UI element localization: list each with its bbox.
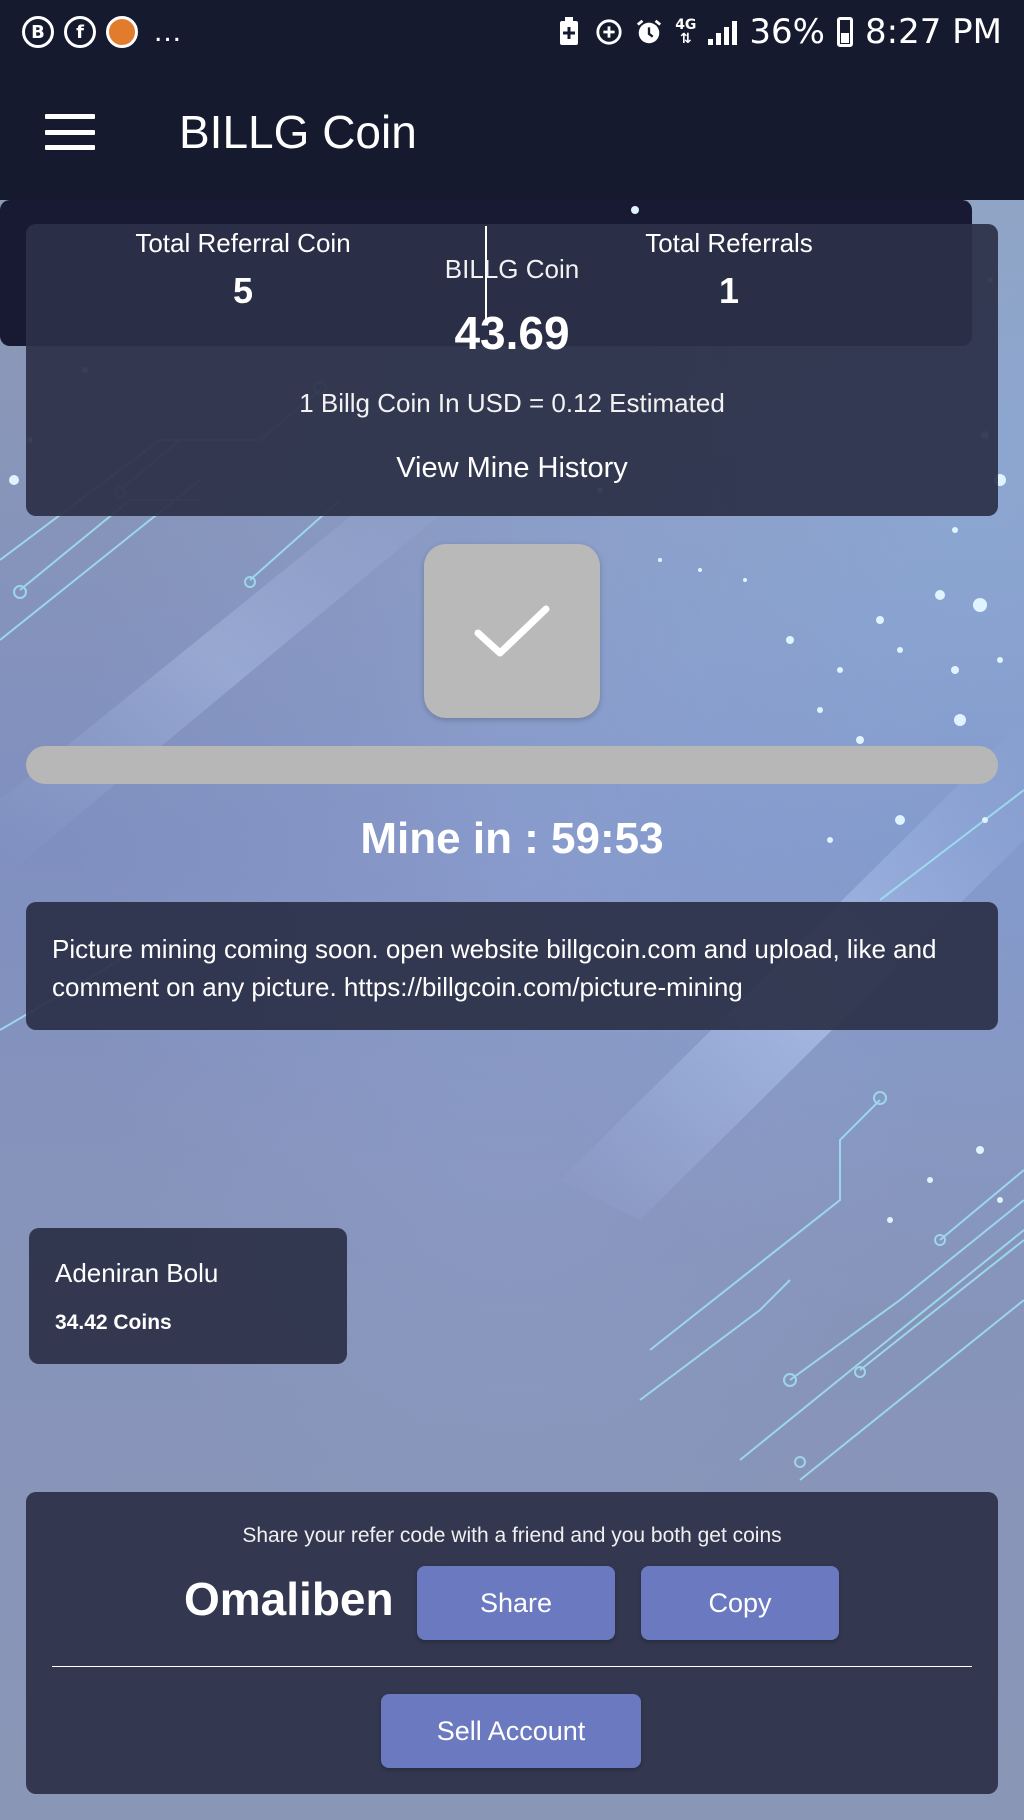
mine-button[interactable] — [424, 544, 600, 718]
total-referrals: Total Referrals 1 — [486, 200, 972, 346]
mine-countdown: Mine in : 59:53 — [360, 814, 664, 863]
data-saver-icon — [595, 18, 623, 46]
orange-app-icon — [106, 16, 138, 48]
total-referrals-value: 1 — [718, 270, 740, 311]
more-notifications-indicator: ... — [154, 15, 183, 48]
total-referral-coin: Total Referral Coin 5 — [0, 200, 486, 346]
referral-summary-card: Total Referral Coin 5 Total Referrals 1 — [0, 200, 972, 346]
b-app-icon: B — [22, 16, 54, 48]
referred-user-coins: 34.42 Coins — [55, 1311, 172, 1334]
total-referral-coin-value: 5 — [232, 270, 254, 311]
battery-saver-icon — [555, 17, 583, 46]
coin-usd-rate: 1 Billg Coin In USD = 0.12 Estimated — [299, 388, 725, 418]
battery-icon — [837, 17, 853, 47]
facebook-icon: f — [64, 16, 96, 48]
mining-progress-bar — [26, 746, 998, 784]
notice-text: Picture mining coming soon. open website… — [52, 934, 937, 1002]
share-refer-code-card: Share your refer code with a friend and … — [26, 1492, 998, 1794]
share-prompt: Share your refer code with a friend and … — [242, 1524, 782, 1547]
network-type-indicator: 4G ⇅ — [675, 18, 696, 46]
clock: 8:27 PM — [865, 12, 1002, 52]
status-bar-notifications: B f ... — [22, 15, 182, 49]
signal-strength-icon — [708, 19, 738, 45]
app-bar: BILLG Coin — [0, 64, 1024, 200]
battery-percent: 36% — [749, 12, 825, 52]
total-referrals-label: Total Referrals — [645, 228, 813, 258]
mining-progress-fill — [26, 746, 998, 784]
checkmark-icon — [474, 605, 550, 657]
data-arrows-icon: ⇅ — [679, 31, 692, 47]
menu-icon[interactable] — [45, 114, 95, 150]
share-button[interactable]: Share — [417, 1566, 615, 1640]
picture-mining-notice: Picture mining coming soon. open website… — [26, 902, 998, 1030]
app-title: BILLG Coin — [179, 106, 417, 158]
status-bar-system: 4G ⇅ 36% 8:27 PM — [555, 12, 1002, 52]
status-bar: B f ... 4G ⇅ 36% 8:27 PM — [0, 0, 1024, 64]
alarm-icon — [635, 18, 663, 46]
sell-account-button[interactable]: Sell Account — [381, 1694, 641, 1768]
view-mine-history-link[interactable]: View Mine History — [396, 452, 628, 485]
referred-user-name: Adeniran Bolu — [55, 1258, 219, 1288]
copy-button[interactable]: Copy — [641, 1566, 839, 1640]
referred-user-card[interactable]: Adeniran Bolu 34.42 Coins — [29, 1228, 347, 1364]
refer-code: Omaliben — [184, 1573, 394, 1625]
network-type-label: 4G — [675, 17, 697, 33]
share-divider — [52, 1666, 972, 1667]
total-referral-coin-label: Total Referral Coin — [135, 228, 351, 258]
main-content[interactable]: BILLG Coin 43.69 1 Billg Coin In USD = 0… — [0, 200, 1024, 1820]
